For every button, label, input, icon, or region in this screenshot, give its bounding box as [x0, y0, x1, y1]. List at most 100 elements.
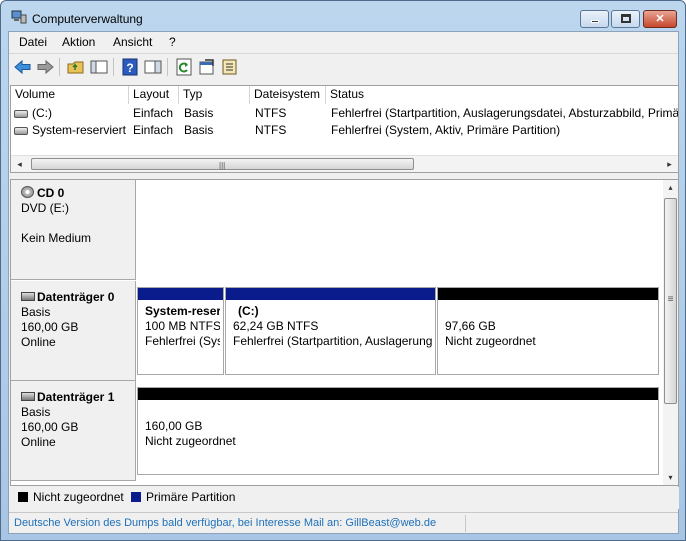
disk-info-line: Online [21, 335, 56, 349]
legend-label: Nicht zugeordnet [33, 490, 124, 504]
client-area: Datei Aktion Ansicht ? ? Volume Layout T… [8, 31, 679, 534]
partition-name: System-reserv [145, 304, 220, 318]
legend-swatch-primary [131, 492, 141, 502]
partition-unallocated[interactable]: 97,66 GB Nicht zugeordnet [437, 287, 659, 375]
volume-list-header: Volume Layout Typ Dateisystem Status [11, 86, 678, 104]
scroll-right-icon[interactable]: ▸ [661, 156, 678, 172]
partition-bar-unallocated [438, 288, 658, 300]
disk-label-datentraeger-0[interactable]: Datenträger 0 Basis 160,00 GB Online [11, 281, 136, 381]
cell-layout: Einfach [133, 106, 174, 120]
disk-row-datentraeger-1: Datenträger 1 Basis 160,00 GB Online 160… [11, 381, 663, 481]
title-bar[interactable]: Computerverwaltung ✕ [1, 1, 685, 31]
column-typ[interactable]: Typ [179, 86, 250, 104]
menu-aktion[interactable]: Aktion [62, 35, 95, 49]
partition-unallocated[interactable]: 160,00 GB Nicht zugeordnet [137, 387, 659, 475]
partition-bar-primary [138, 288, 223, 300]
column-volume[interactable]: Volume [11, 86, 129, 104]
minimize-icon [591, 20, 599, 23]
close-button[interactable]: ✕ [643, 10, 677, 28]
cell-status: Fehlerfrei (Startpartition, Auslagerungs… [331, 106, 678, 120]
disk-label-datentraeger-1[interactable]: Datenträger 1 Basis 160,00 GB Online [11, 381, 136, 481]
disk-info-line: Basis [21, 405, 51, 419]
console-tree-icon[interactable] [89, 57, 109, 77]
partition-name [145, 404, 655, 419]
cell-dateisystem: NTFS [255, 106, 287, 120]
column-layout[interactable]: Layout [129, 86, 179, 104]
forward-arrow-icon[interactable] [35, 57, 55, 77]
refresh-icon[interactable] [174, 57, 194, 77]
svg-text:?: ? [126, 61, 133, 75]
window-title: Computerverwaltung [32, 12, 143, 26]
partition-status: Fehlerfrei (Startpartition, Auslagerung [233, 334, 432, 348]
disk-info-line: Online [21, 435, 56, 449]
scroll-grip-icon: ≡ [667, 294, 674, 305]
column-status[interactable]: Status [326, 86, 678, 104]
scroll-grip-icon: ||| [219, 161, 226, 170]
volume-icon [14, 110, 28, 118]
toolbar: ? [9, 53, 678, 79]
disk-info-line: DVD (E:) [21, 201, 69, 215]
hard-disk-icon [21, 292, 35, 301]
horizontal-scrollbar[interactable]: ◂ ||| ▸ [11, 155, 678, 172]
column-dateisystem[interactable]: Dateisystem [250, 86, 326, 104]
back-arrow-icon[interactable] [13, 57, 33, 77]
disk-row-datentraeger-0: Datenträger 0 Basis 160,00 GB Online Sys… [11, 281, 663, 381]
partition-size: 100 MB NTFS [145, 319, 220, 333]
cd-drive-icon [21, 186, 34, 198]
scroll-left-icon[interactable]: ◂ [11, 156, 28, 172]
partition-c[interactable]: (C:) 62,24 GB NTFS Fehlerfrei (Startpart… [225, 287, 436, 375]
disk-info-line: 160,00 GB [21, 320, 79, 334]
scroll-thumb[interactable]: ≡ [664, 198, 677, 404]
cell-dateisystem: NTFS [255, 123, 287, 137]
export-list-icon[interactable] [220, 57, 240, 77]
minimize-button[interactable] [580, 10, 609, 28]
disk-label-cd0[interactable]: CD 0 DVD (E:) Kein Medium [11, 180, 136, 280]
partition-bar-unallocated [138, 388, 658, 400]
cell-volume: (C:) [32, 106, 52, 120]
disk-info-line [21, 216, 125, 231]
volume-icon [14, 127, 28, 135]
disk-name: CD 0 [37, 186, 65, 200]
hard-disk-icon [21, 392, 35, 401]
legend-label: Primäre Partition [146, 490, 236, 504]
status-bar: Deutsche Version des Dumps bald verfügba… [9, 512, 678, 533]
vertical-scrollbar[interactable]: ▴ ≡ ▾ [663, 180, 678, 485]
partition-bar-primary [226, 288, 435, 300]
cell-typ: Basis [184, 106, 214, 120]
menu-bar: Datei Aktion Ansicht ? [9, 32, 678, 52]
menu-help[interactable]: ? [169, 35, 176, 49]
close-icon: ✕ [655, 13, 665, 25]
menu-datei[interactable]: Datei [19, 35, 47, 49]
action-pane-icon[interactable] [143, 57, 163, 77]
partition-size: 97,66 GB [445, 319, 496, 333]
maximize-icon [621, 14, 631, 23]
table-row[interactable]: System-reserviert Einfach Basis NTFS Feh… [11, 122, 678, 139]
disk-info-line: Kein Medium [21, 231, 92, 245]
partition-name [445, 304, 655, 319]
partition-status: Fehlerfrei (Sys [145, 334, 220, 348]
disk-name: Datenträger 1 [37, 390, 115, 404]
partition-size: 62,24 GB NTFS [233, 319, 319, 333]
cell-status: Fehlerfrei (System, Aktiv, Primäre Parti… [331, 123, 561, 137]
disk-row-cd0: CD 0 DVD (E:) Kein Medium [11, 180, 663, 280]
menu-ansicht[interactable]: Ansicht [113, 35, 152, 49]
table-row[interactable]: (C:) Einfach Basis NTFS Fehlerfrei (Star… [11, 105, 678, 122]
folder-up-icon[interactable] [66, 57, 86, 77]
legend: Nicht zugeordnet Primäre Partition [10, 487, 679, 509]
volume-list: Volume Layout Typ Dateisystem Status (C:… [10, 85, 679, 173]
help-icon[interactable]: ? [120, 57, 140, 77]
scroll-thumb[interactable]: ||| [31, 158, 414, 170]
disk-graphical-view: CD 0 DVD (E:) Kein Medium Datenträger 0 … [10, 179, 679, 486]
properties-icon[interactable] [197, 57, 217, 77]
partition-size: 160,00 GB [145, 419, 203, 433]
disk-name: Datenträger 0 [37, 290, 115, 304]
partition-system-reserved[interactable]: System-reserv 100 MB NTFS Fehlerfrei (Sy… [137, 287, 224, 375]
scroll-up-icon[interactable]: ▴ [663, 180, 678, 195]
cell-volume: System-reserviert [32, 123, 127, 137]
status-text: Deutsche Version des Dumps bald verfügba… [14, 517, 437, 529]
app-window: Computerverwaltung ✕ Datei Aktion Ansich… [0, 0, 686, 541]
scroll-down-icon[interactable]: ▾ [663, 470, 678, 485]
partition-status: Nicht zugeordnet [145, 434, 236, 448]
maximize-button[interactable] [611, 10, 640, 28]
disk-info-line: 160,00 GB [21, 420, 79, 434]
